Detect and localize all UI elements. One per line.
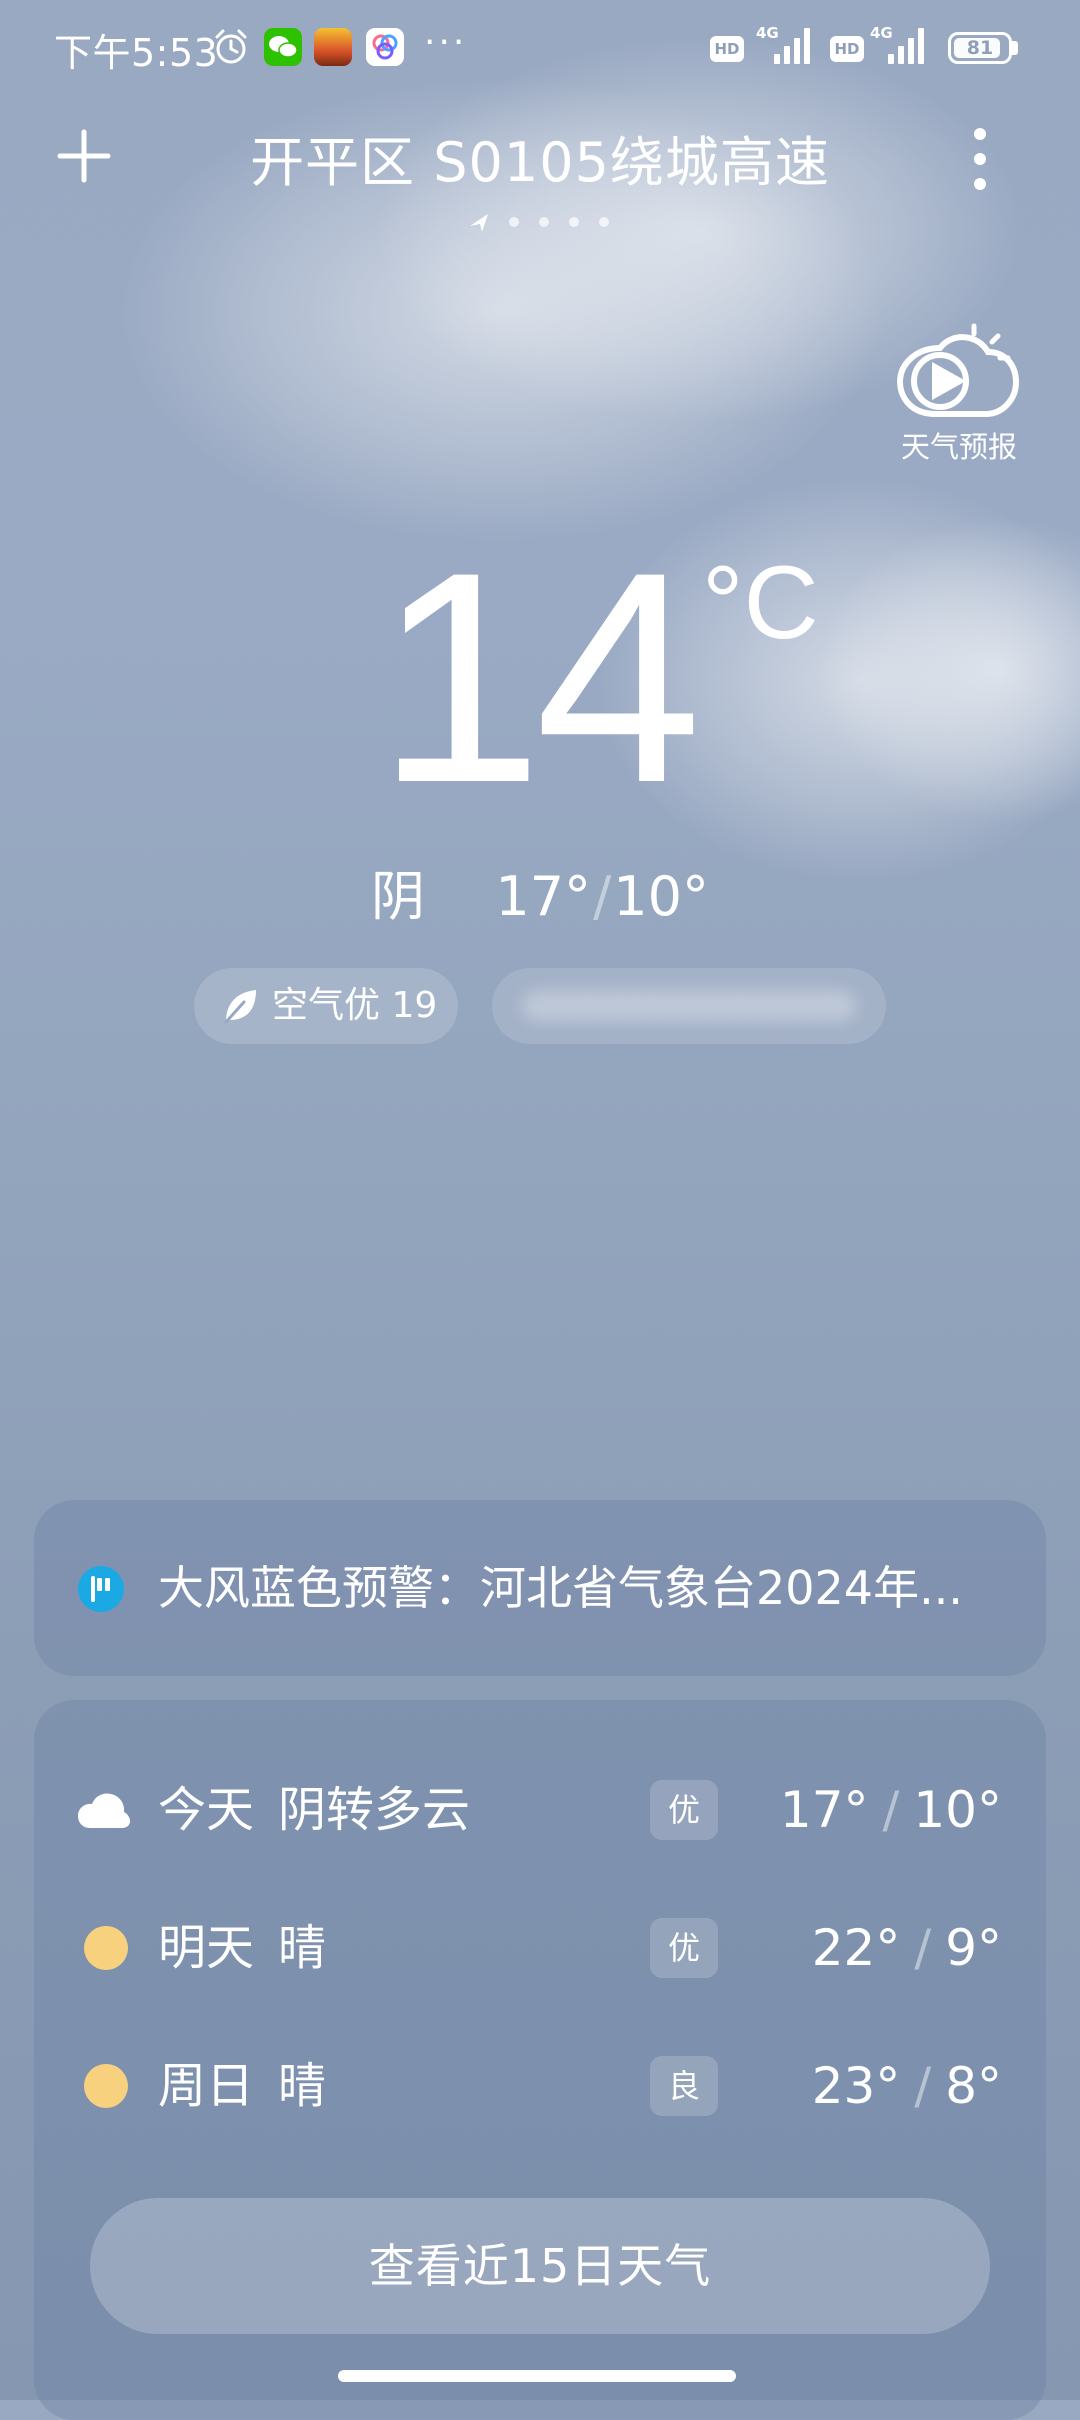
page-dot [509,217,519,227]
forecast-low: 9° [945,1919,1002,1977]
today-high: 17° [495,865,592,928]
location-arrow-icon [470,214,488,232]
forecast-row-today[interactable]: 今天 阴转多云 优 17°/10° [34,1750,1046,1870]
temp-separator: / [914,1919,932,1977]
forecast-aqi-badge: 良 [650,2056,718,2116]
more-options-button[interactable] [958,124,1002,194]
forecast-condition: 阴转多云 [278,1782,471,1838]
wechat-icon [264,28,302,66]
battery-icon: 81 [948,32,1012,64]
forecast-aqi-badge: 优 [650,1918,718,1978]
forecast-high: 17° [779,1781,869,1839]
status-bar: 下午5:53 ··· HD 4G HD 4G 81 [0,0,1080,96]
add-city-button[interactable] [56,128,112,184]
temp-separator: / [882,1781,900,1839]
alert-text: 大风蓝色预警：河北省气象台2024年... [158,1561,963,1615]
signal-strength-icon [774,28,810,64]
hd-badge: HD [830,36,864,62]
page-indicator[interactable] [468,210,618,234]
forecast-temps: 17°/10° [780,1750,1002,1870]
battery-level: 81 [966,37,994,59]
game-app-icon [314,28,352,66]
weather-alert-card[interactable]: 大风蓝色预警：河北省气象台2024年... [34,1500,1046,1676]
page-dot [599,217,609,227]
sun-icon [84,2064,128,2108]
more-notifications-icon: ··· [424,22,468,63]
forecast-row-tomorrow[interactable]: 明天 晴 优 22°/9° [34,1888,1046,2008]
forecast-day: 今天 [158,1782,255,1838]
forecast-temps: 23°/8° [812,2026,1002,2146]
sun-icon [84,1926,128,1970]
page-dot [569,217,579,227]
temp-separator: / [914,2057,932,2115]
temperature-unit: °C [702,545,819,661]
location-title: 开平区 S0105绕城高速 [250,131,830,194]
flag-icon [78,1566,124,1612]
air-quality-pill[interactable]: 空气优 19 [194,968,458,1044]
air-quality-label: 空气优 19 [272,985,438,1026]
home-indicator[interactable] [338,2370,736,2382]
gallery-app-icon [366,28,404,66]
leaf-icon [224,990,256,1024]
weather-video-label[interactable]: 天气预报 [880,424,1038,466]
blurred-content [522,990,856,1022]
forecast-day: 明天 [158,1920,255,1976]
battery-cap [1012,41,1018,55]
current-condition: 阴 [371,865,425,928]
today-low: 10° [613,865,709,928]
forecast-row-sunday[interactable]: 周日 晴 良 23°/8° [34,2026,1046,2146]
current-temperature: 14 [376,509,702,845]
alarm-icon [215,29,247,64]
forecast-temps: 22°/9° [812,1888,1002,2008]
temp-separator: / [593,865,612,928]
hd-badge: HD [710,36,744,62]
forecast-low: 10° [913,1781,1002,1839]
view-15-day-button[interactable]: 查看近15日天气 [90,2198,990,2334]
page-dot [539,217,549,227]
forecast-high: 23° [811,2057,901,2115]
forecast-aqi-badge: 优 [650,1780,718,1840]
forecast-condition: 晴 [278,2058,327,2114]
forecast-high: 22° [811,1919,901,1977]
weather-video-button[interactable] [896,322,1020,422]
forecast-condition: 晴 [278,1920,327,1976]
forecast-low: 8° [945,2057,1002,2115]
blurred-info-pill[interactable] [492,968,886,1044]
daily-forecast-card: 今天 阴转多云 优 17°/10° 明天 晴 优 22°/9° 周日 晴 良 2… [34,1700,1046,2420]
cloud-icon [78,1793,130,1828]
forecast-day: 周日 [158,2058,255,2114]
current-condition-line: 阴 17°/10° [0,852,1080,931]
status-time: 下午5:53 [54,31,219,75]
signal-strength-icon [888,28,924,64]
